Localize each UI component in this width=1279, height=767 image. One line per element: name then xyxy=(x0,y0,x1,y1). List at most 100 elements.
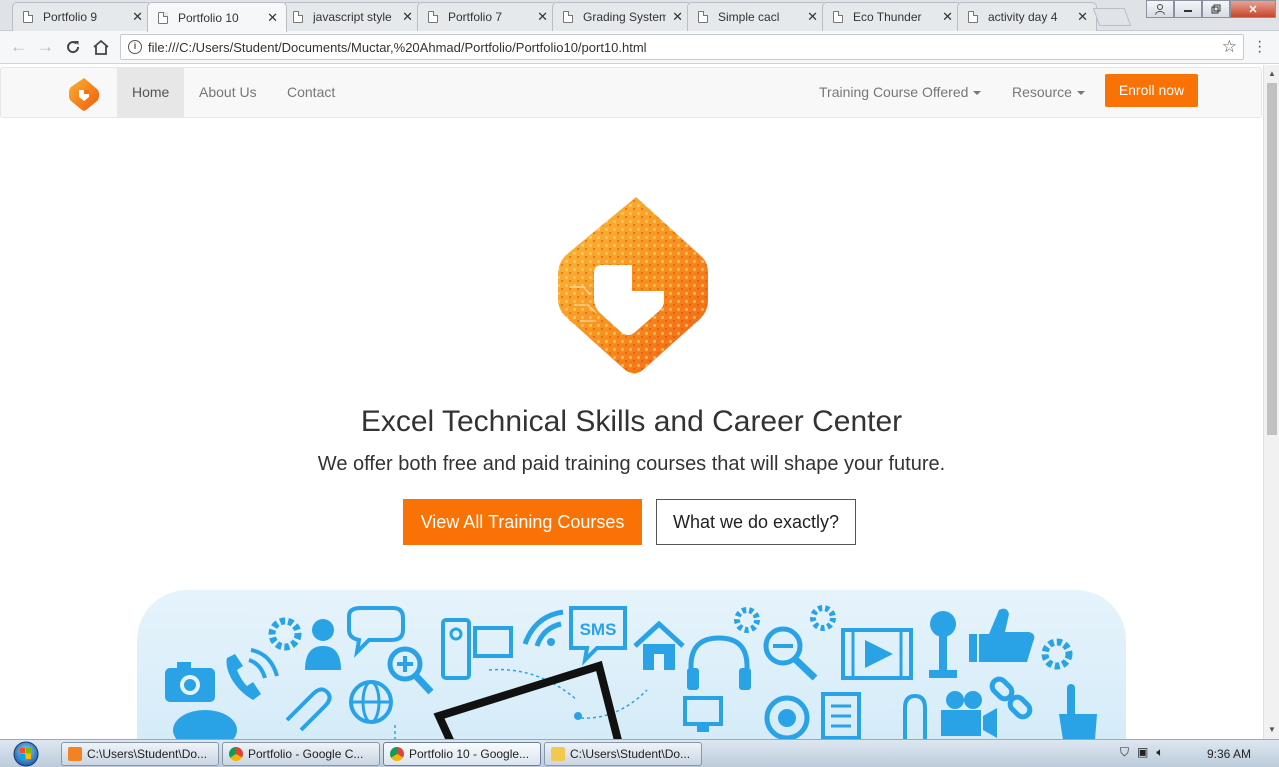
forward-arrow-icon[interactable]: → xyxy=(37,37,54,57)
taskbar-item-label: Portfolio - Google C... xyxy=(248,747,364,761)
home-icon[interactable] xyxy=(92,37,110,60)
nav-resource-label: Resource xyxy=(1012,84,1072,100)
tab-title: Portfolio 9 xyxy=(43,10,98,24)
zoom-out-icon xyxy=(763,626,818,681)
taskbar-item-chrome-portfolio[interactable]: Portfolio - Google C... xyxy=(222,742,380,766)
restore-icon[interactable] xyxy=(1202,0,1230,18)
nav-training-label: Training Course Offered xyxy=(819,84,969,100)
camera-icon xyxy=(165,662,215,702)
document-icon xyxy=(428,11,438,23)
action-center-icon[interactable]: ⛉ xyxy=(1120,745,1129,760)
document-icon xyxy=(698,11,708,23)
view-all-courses-button[interactable]: View All Training Courses xyxy=(403,499,642,545)
chrome-icon xyxy=(390,747,404,761)
close-icon[interactable]: ✕ xyxy=(537,9,548,25)
taskbar-item-explorer[interactable]: C:\Users\Student\Do... xyxy=(544,742,702,766)
document-icon xyxy=(158,11,168,24)
thumbs-up-icon xyxy=(969,608,1035,662)
user-icon xyxy=(305,619,341,670)
gear-icon xyxy=(1041,638,1073,670)
scroll-thumb[interactable] xyxy=(1267,83,1277,435)
movie-camera-icon xyxy=(941,691,997,738)
nav-training-dropdown[interactable]: Training Course Offered xyxy=(804,68,996,117)
scroll-up-icon[interactable]: ▲ xyxy=(1268,69,1276,78)
menu-icon[interactable]: · · · xyxy=(1257,34,1262,60)
tab-title: Portfolio 7 xyxy=(448,10,503,24)
tab-javascript-style[interactable]: javascript style ✕ xyxy=(282,2,422,31)
what-we-do-button[interactable]: What we do exactly? xyxy=(656,499,856,545)
document-icon xyxy=(821,692,861,739)
document-icon xyxy=(833,11,843,23)
chrome-icon xyxy=(229,747,243,761)
bookmark-star-icon[interactable]: ☆ xyxy=(1222,37,1237,57)
tab-title: Grading System xyxy=(583,10,667,24)
joystick-icon xyxy=(929,611,957,678)
taskbar-item-label: C:\Users\Student\Do... xyxy=(570,747,691,761)
wifi-icon xyxy=(522,609,564,647)
hero-illustration: SMS xyxy=(137,590,1126,739)
tab-title: activity day 4 xyxy=(988,10,1058,24)
back-arrow-icon[interactable]: ← xyxy=(10,37,27,57)
scroll-down-icon[interactable]: ▼ xyxy=(1268,725,1276,734)
tab-eco-thunder[interactable]: Eco Thunder ✕ xyxy=(822,2,962,31)
document-icon xyxy=(23,11,33,23)
taskbar-item-label: Portfolio 10 - Google... xyxy=(409,747,530,761)
close-icon[interactable]: ✕ xyxy=(672,9,683,25)
address-bar[interactable]: i file:///C:/Users/Student/Documents/Muc… xyxy=(120,34,1244,60)
tab-activity-day-4[interactable]: activity day 4 ✕ xyxy=(957,2,1097,31)
minimize-icon[interactable] xyxy=(1174,0,1202,18)
browser-toolbar: ← → i file:///C:/Users/Student/Documents… xyxy=(0,31,1279,64)
close-icon[interactable]: ✕ xyxy=(402,9,413,25)
caret-down-icon xyxy=(973,91,982,96)
profile-icon[interactable] xyxy=(1146,0,1174,18)
reload-icon[interactable] xyxy=(65,37,81,60)
taskbar-item-chrome-portfolio-10[interactable]: Portfolio 10 - Google... xyxy=(383,742,541,766)
window-controls: ✕ xyxy=(1146,0,1276,18)
chat-icon xyxy=(173,710,237,739)
url-text: file:///C:/Users/Student/Documents/Mucta… xyxy=(148,39,647,55)
page-viewport: Home About Us Contact Training Course Of… xyxy=(0,65,1263,739)
close-icon[interactable]: ✕ xyxy=(1077,9,1088,25)
tab-portfolio-10[interactable]: Portfolio 10 ✕ xyxy=(147,2,287,32)
taskbar-clock[interactable]: 9:36 AM xyxy=(1207,747,1251,761)
folder-icon xyxy=(551,747,565,761)
tab-portfolio-7[interactable]: Portfolio 7 ✕ xyxy=(417,2,557,31)
gear-icon xyxy=(268,617,302,651)
tab-title: Eco Thunder xyxy=(853,10,922,24)
chat-bubble-icon xyxy=(347,606,405,658)
tab-title: javascript style xyxy=(313,10,392,24)
gear-icon xyxy=(810,605,836,631)
document-icon xyxy=(293,11,303,23)
system-tray: ⛉ ▣ 🔈︎ xyxy=(1120,745,1164,760)
close-icon[interactable]: ✕ xyxy=(267,10,278,26)
browser-titlebar: Portfolio 9 ✕ Portfolio 10 ✕ javascript … xyxy=(0,0,1279,32)
hero-subtitle: We offer both free and paid training cou… xyxy=(317,453,946,475)
info-icon[interactable]: i xyxy=(128,40,142,54)
tab-grading-system[interactable]: Grading System ✕ xyxy=(552,2,692,31)
close-icon[interactable]: ✕ xyxy=(132,9,143,25)
tab-simple-cacl[interactable]: Simple cacl ✕ xyxy=(687,2,827,31)
close-icon[interactable]: ✕ xyxy=(942,9,953,25)
page-scrollbar[interactable]: ▲ ▼ xyxy=(1263,65,1279,739)
tab-portfolio-9[interactable]: Portfolio 9 ✕ xyxy=(12,2,152,31)
headphones-icon xyxy=(687,635,751,690)
sms-bubble-icon: SMS xyxy=(569,606,627,666)
close-icon[interactable]: ✕ xyxy=(807,9,818,25)
enroll-now-button[interactable]: Enroll now xyxy=(1105,74,1198,107)
brand-logo[interactable] xyxy=(68,77,100,111)
close-window-icon[interactable]: ✕ xyxy=(1230,0,1276,18)
nav-about-us[interactable]: About Us xyxy=(184,68,272,117)
volume-icon[interactable]: 🔈︎ xyxy=(1156,745,1163,760)
new-tab-button[interactable] xyxy=(1092,8,1132,26)
pointer-hand-icon xyxy=(1059,684,1097,739)
nav-resource-dropdown[interactable]: Resource xyxy=(997,68,1100,117)
attachment-icon xyxy=(903,693,927,739)
tab-title: Simple cacl xyxy=(718,10,780,24)
windows-taskbar: C:\Users\Student\Do... Portfolio - Googl… xyxy=(0,739,1279,767)
network-icon[interactable]: ▣ xyxy=(1137,745,1148,760)
taskbar-item-sublime[interactable]: C:\Users\Student\Do... xyxy=(61,742,219,766)
video-player-icon xyxy=(841,628,913,680)
start-button[interactable] xyxy=(3,741,49,767)
nav-contact[interactable]: Contact xyxy=(272,68,350,117)
nav-home[interactable]: Home xyxy=(117,68,185,117)
